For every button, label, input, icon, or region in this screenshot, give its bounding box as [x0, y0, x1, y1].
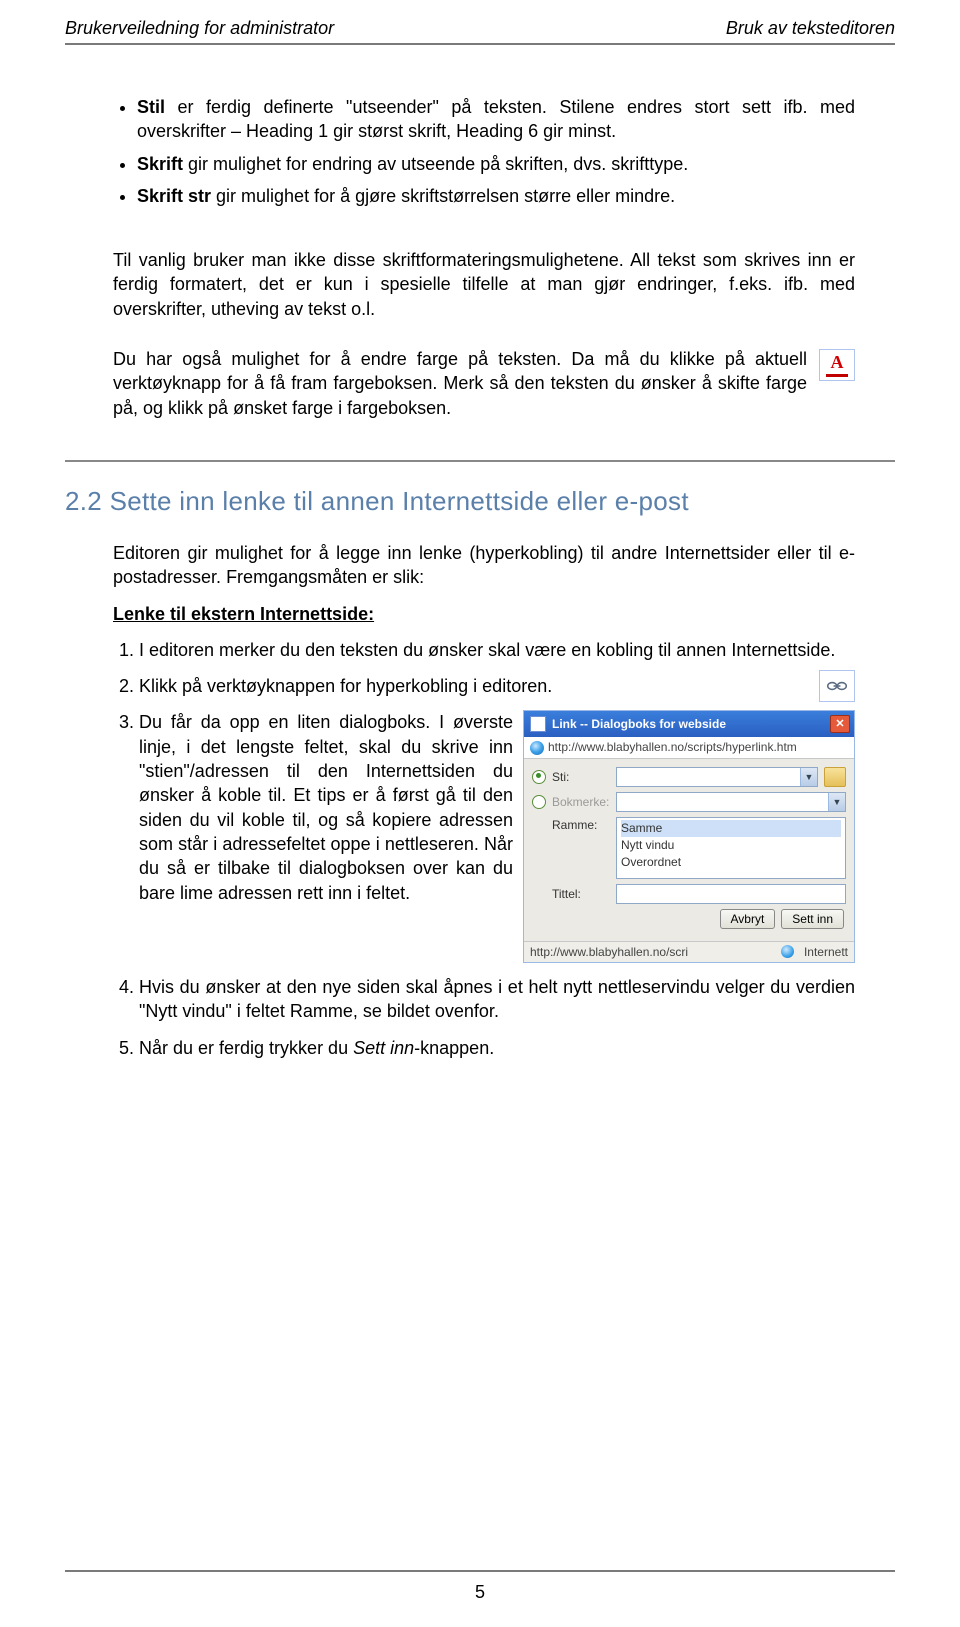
- header-right: Bruk av teksteditoren: [726, 18, 895, 39]
- step-5-text-c: -knappen.: [414, 1038, 494, 1058]
- ramme-select[interactable]: Samme Nytt vindu Overordnet: [616, 817, 846, 879]
- dialog-close-button[interactable]: ✕: [830, 715, 850, 733]
- bullet-text: gir mulighet for å gjøre skriftstørrelse…: [211, 186, 675, 206]
- step-3-text: Du får da opp en liten dialogboks. I øve…: [139, 710, 513, 904]
- bullet-list: Stil er ferdig definerte "utseender" på …: [113, 95, 855, 208]
- step-2: Klikk på verktøyknappen for hyperkobling…: [139, 674, 855, 698]
- text-color-icon: A: [819, 349, 855, 381]
- ramme-option-nyttvindu[interactable]: Nytt vindu: [621, 837, 841, 854]
- paragraph-formatting-note: Til vanlig bruker man ikke disse skriftf…: [113, 248, 855, 321]
- step-1: I editoren merker du den teksten du ønsk…: [139, 638, 855, 662]
- insert-button[interactable]: Sett inn: [781, 909, 844, 929]
- text-color-letter: A: [831, 350, 844, 374]
- section-title-text: Sette inn lenke til annen Internettside …: [110, 486, 689, 516]
- hyperlink-icon: [819, 670, 855, 702]
- tittel-input[interactable]: [616, 884, 846, 904]
- label-bokmerke: Bokmerke:: [552, 794, 610, 810]
- bullet-label: Skrift: [137, 154, 183, 174]
- bullet-label: Stil: [137, 97, 165, 117]
- bullet-text: er ferdig definerte "utseender" på tekst…: [137, 97, 855, 141]
- paragraph-color-note: Du har også mulighet for å endre farge p…: [113, 347, 855, 420]
- dialog-address-bar: http://www.blabyhallen.no/scripts/hyperl…: [524, 737, 854, 758]
- status-zone: Internett: [804, 944, 848, 960]
- dialog-url: http://www.blabyhallen.no/scripts/hyperl…: [548, 739, 797, 755]
- folder-icon[interactable]: [824, 767, 846, 787]
- step-2-text: Klikk på verktøyknappen for hyperkobling…: [139, 676, 552, 696]
- paragraph-color-text: Du har også mulighet for å endre farge p…: [113, 349, 807, 418]
- dialog-titlebar: Link -- Dialogboks for webside ✕: [524, 711, 854, 737]
- text-color-underline: [826, 374, 848, 377]
- label-tittel: Tittel:: [552, 886, 610, 902]
- ramme-option-overordnet[interactable]: Overordnet: [621, 854, 841, 871]
- label-ramme: Ramme:: [552, 817, 610, 833]
- step-5: Når du er ferdig trykker du Sett inn-kna…: [139, 1036, 855, 1060]
- radio-bokmerke[interactable]: [532, 795, 546, 809]
- header-left: Brukerveiledning for administrator: [65, 18, 334, 39]
- ie-icon: [530, 741, 544, 755]
- dialog-status-bar: http://www.blabyhallen.no/scri Internett: [524, 941, 854, 962]
- label-sti: Sti:: [552, 769, 610, 785]
- bullet-text: gir mulighet for endring av utseende på …: [183, 154, 688, 174]
- dialog-doc-icon: [530, 716, 546, 732]
- subsection-heading: Lenke til ekstern Internettside:: [113, 602, 855, 626]
- ramme-option-samme[interactable]: Samme: [621, 820, 841, 837]
- bullet-item-skriftstr: Skrift str gir mulighet for å gjøre skri…: [137, 184, 855, 208]
- section-intro: Editoren gir mulighet for å legge inn le…: [113, 541, 855, 590]
- sti-input[interactable]: ▼: [616, 767, 818, 787]
- globe-icon: [781, 945, 794, 958]
- cancel-button[interactable]: Avbryt: [720, 909, 776, 929]
- radio-sti[interactable]: [532, 770, 546, 784]
- status-url: http://www.blabyhallen.no/scri: [530, 944, 771, 960]
- dialog-title: Link -- Dialogboks for webside: [552, 716, 726, 732]
- section-divider: [65, 460, 895, 462]
- link-dialog: Link -- Dialogboks for webside ✕ http://…: [523, 710, 855, 963]
- step-3: Du får da opp en liten dialogboks. I øve…: [139, 710, 855, 963]
- section-heading: 2.2 Sette inn lenke til annen Internetts…: [65, 486, 895, 517]
- bullet-item-stil: Stil er ferdig definerte "utseender" på …: [137, 95, 855, 144]
- step-5-italic: Sett inn: [353, 1038, 414, 1058]
- step-5-text-a: Når du er ferdig trykker du: [139, 1038, 353, 1058]
- chevron-down-icon[interactable]: ▼: [828, 793, 845, 811]
- chevron-down-icon[interactable]: ▼: [800, 768, 817, 786]
- page-number: 5: [475, 1582, 485, 1602]
- bullet-item-skrift: Skrift gir mulighet for endring av utsee…: [137, 152, 855, 176]
- bokmerke-select[interactable]: ▼: [616, 792, 846, 812]
- step-4: Hvis du ønsker at den nye siden skal åpn…: [139, 975, 855, 1024]
- section-number: 2.2: [65, 486, 102, 516]
- ordered-steps: I editoren merker du den teksten du ønsk…: [113, 638, 855, 1060]
- page-footer: 5: [65, 1570, 895, 1603]
- bullet-label: Skrift str: [137, 186, 211, 206]
